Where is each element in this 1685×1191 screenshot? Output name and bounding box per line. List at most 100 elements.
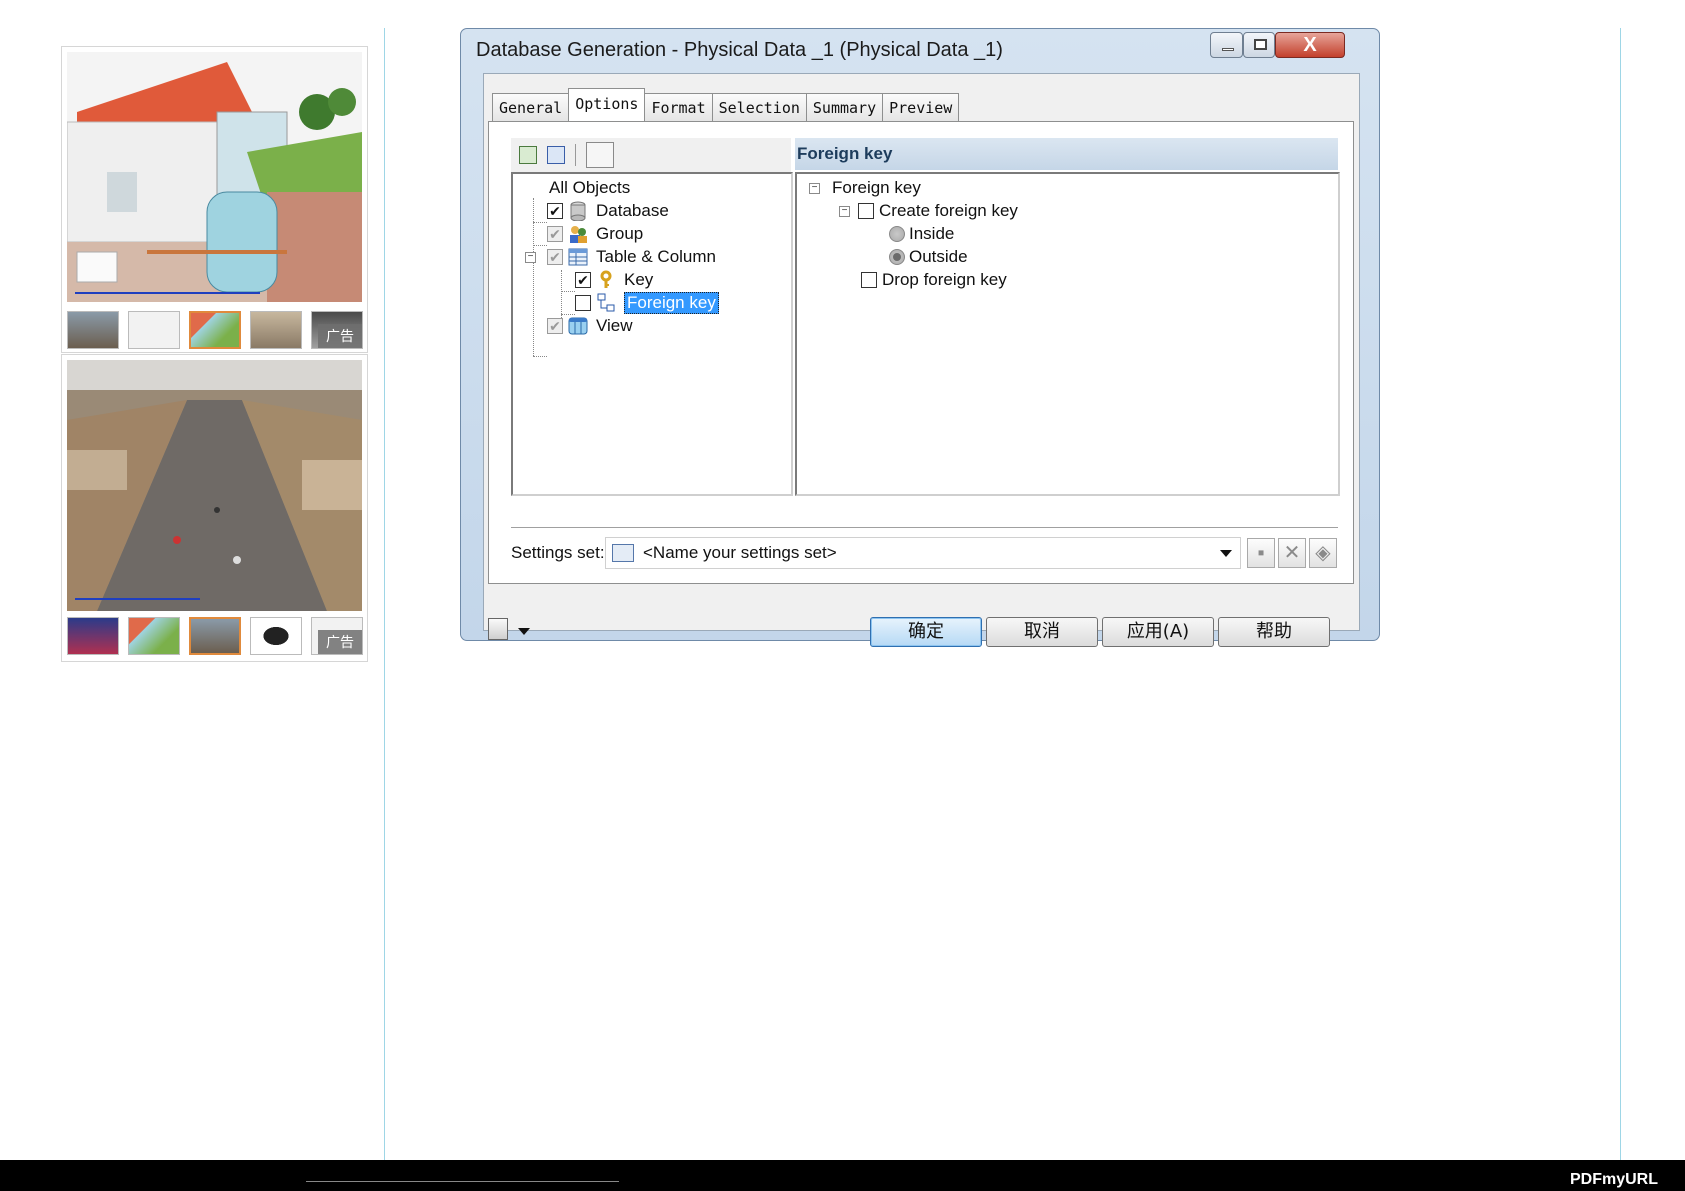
script-menu-dropdown-icon[interactable] xyxy=(518,628,530,635)
object-tree[interactable]: All Objects ✔ Database ✔ Group − ✔ Table… xyxy=(511,172,793,496)
tab-summary[interactable]: Summary xyxy=(805,93,884,121)
options-tab-panel: All Objects ✔ Database ✔ Group − ✔ Table… xyxy=(488,121,1354,584)
table-column-checkbox[interactable]: ✔ xyxy=(547,249,563,265)
tree-item-label: View xyxy=(596,316,633,335)
tab-selection[interactable]: Selection xyxy=(711,93,807,121)
collapse-icon[interactable]: − xyxy=(525,251,536,263)
thumbnail-headphones[interactable] xyxy=(250,617,302,655)
tree-item-foreign-key[interactable]: Foreign key xyxy=(575,291,719,315)
maximize-button[interactable] xyxy=(1243,32,1275,58)
properties-tree[interactable]: − Foreign key − Create foreign key Insid… xyxy=(795,172,1340,496)
dialog-title: Database Generation - Physical Data _1 (… xyxy=(476,39,1003,61)
tree-item-label: Database xyxy=(596,201,669,220)
thumbnail-crowd[interactable] xyxy=(250,311,302,349)
key-checkbox[interactable]: ✔ xyxy=(575,272,591,288)
ad-label: 广告 xyxy=(318,324,362,348)
select-all-icon[interactable] xyxy=(519,146,537,164)
ok-button[interactable]: 确定 xyxy=(870,617,982,647)
thumbnail-sketch[interactable] xyxy=(128,311,180,349)
prop-inside[interactable]: Inside xyxy=(889,222,954,246)
outside-label: Outside xyxy=(909,247,968,266)
thumbnail-sketch[interactable]: 广告 xyxy=(311,617,363,655)
tree-item-label: Group xyxy=(596,224,644,243)
prop-section-label: Foreign key xyxy=(832,178,921,197)
tree-root[interactable]: All Objects xyxy=(549,176,630,200)
column-divider-right xyxy=(1620,28,1621,1160)
outside-radio[interactable] xyxy=(889,249,905,265)
tree-item-group[interactable]: ✔ Group xyxy=(547,222,643,246)
footer-divider xyxy=(306,1181,619,1182)
tree-item-view[interactable]: ✔ View xyxy=(547,314,633,338)
settings-set-value: <Name your settings set> xyxy=(643,543,837,562)
toolbar-separator xyxy=(575,144,576,166)
key-icon xyxy=(596,270,616,290)
thumbnail-stage[interactable] xyxy=(67,617,119,655)
help-button[interactable]: 帮助 xyxy=(1218,617,1330,647)
settings-set-combobox[interactable]: <Name your settings set> xyxy=(605,537,1241,569)
cancel-button[interactable]: 取消 xyxy=(986,617,1098,647)
inside-radio[interactable] xyxy=(889,226,905,242)
inside-label: Inside xyxy=(909,224,955,243)
collapse-icon[interactable]: − xyxy=(839,205,850,217)
minimize-icon xyxy=(1222,48,1234,51)
prop-create-foreign-key[interactable]: − Create foreign key xyxy=(839,199,1018,223)
thumbnail-house[interactable] xyxy=(128,617,180,655)
collapse-icon[interactable]: − xyxy=(809,182,820,194)
thumbnail-dark[interactable]: 广告 xyxy=(311,311,363,349)
database-icon xyxy=(568,201,588,222)
filter-icon[interactable] xyxy=(586,142,614,168)
footer-bar xyxy=(0,1160,1685,1191)
prop-outside[interactable]: Outside xyxy=(889,245,968,269)
dropdown-arrow-icon[interactable] xyxy=(1220,550,1232,557)
tree-item-label: Table & Column xyxy=(596,247,717,266)
table-icon xyxy=(568,247,588,267)
database-checkbox[interactable]: ✔ xyxy=(547,203,563,219)
ad-image-house[interactable] xyxy=(67,52,362,302)
tree-item-label: Foreign key xyxy=(624,292,719,314)
ad-image-city[interactable] xyxy=(67,360,362,611)
footer-brand-logo[interactable]: PDFmyURL xyxy=(1570,1171,1658,1189)
tab-general[interactable]: General xyxy=(492,93,570,121)
column-divider-left xyxy=(384,28,385,1160)
apply-button[interactable]: 应用(A) xyxy=(1102,617,1214,647)
database-generation-dialog: Database Generation - Physical Data _1 (… xyxy=(460,28,1380,647)
thumbnail-house[interactable] xyxy=(189,311,241,349)
maximize-icon xyxy=(1254,39,1267,50)
drop-foreign-key-checkbox[interactable] xyxy=(861,272,877,288)
ad-thumbnail-strip: 广告 xyxy=(67,311,363,349)
ad-label: 广告 xyxy=(318,630,362,654)
tree-item-table-column[interactable]: − ✔ Table & Column xyxy=(525,245,716,269)
tree-item-database[interactable]: ✔ Database xyxy=(547,199,669,223)
reference-icon xyxy=(596,293,616,313)
ad-panel-1[interactable]: 广告 xyxy=(61,46,368,353)
ad-link-underline[interactable] xyxy=(75,292,260,294)
manage-settings-button[interactable]: ◈ xyxy=(1309,538,1337,568)
ad-link-underline[interactable] xyxy=(75,598,200,600)
create-foreign-key-checkbox[interactable] xyxy=(858,203,874,219)
close-button[interactable]: X xyxy=(1275,32,1345,58)
minimize-button[interactable] xyxy=(1210,32,1243,58)
delete-settings-button[interactable]: ✕ xyxy=(1278,538,1306,568)
thumbnail-street[interactable] xyxy=(189,617,241,655)
dialog-body: General Options Format Selection Summary… xyxy=(483,73,1360,647)
group-checkbox[interactable]: ✔ xyxy=(547,226,563,242)
deselect-all-icon[interactable] xyxy=(547,146,565,164)
script-menu-icon[interactable] xyxy=(488,618,508,640)
prop-drop-foreign-key[interactable]: Drop foreign key xyxy=(861,268,1007,292)
group-icon xyxy=(568,224,588,244)
settings-set-icon xyxy=(612,544,634,562)
properties-header: Foreign key xyxy=(795,138,1338,170)
tree-item-key[interactable]: ✔ Key xyxy=(575,268,653,292)
save-settings-button[interactable]: ▪ xyxy=(1247,538,1275,568)
foreign-key-checkbox[interactable] xyxy=(575,295,591,311)
tab-format[interactable]: Format xyxy=(644,93,713,121)
ad-panel-2[interactable]: 广告 xyxy=(61,354,368,662)
view-checkbox[interactable]: ✔ xyxy=(547,318,563,334)
tree-item-label: Key xyxy=(624,270,654,289)
tab-preview[interactable]: Preview xyxy=(882,93,960,121)
thumbnail-street[interactable] xyxy=(67,311,119,349)
tab-options[interactable]: Options xyxy=(568,88,646,121)
create-foreign-key-label: Create foreign key xyxy=(879,201,1018,220)
section-divider xyxy=(511,527,1338,529)
prop-section-foreign-key[interactable]: − Foreign key xyxy=(809,176,921,200)
